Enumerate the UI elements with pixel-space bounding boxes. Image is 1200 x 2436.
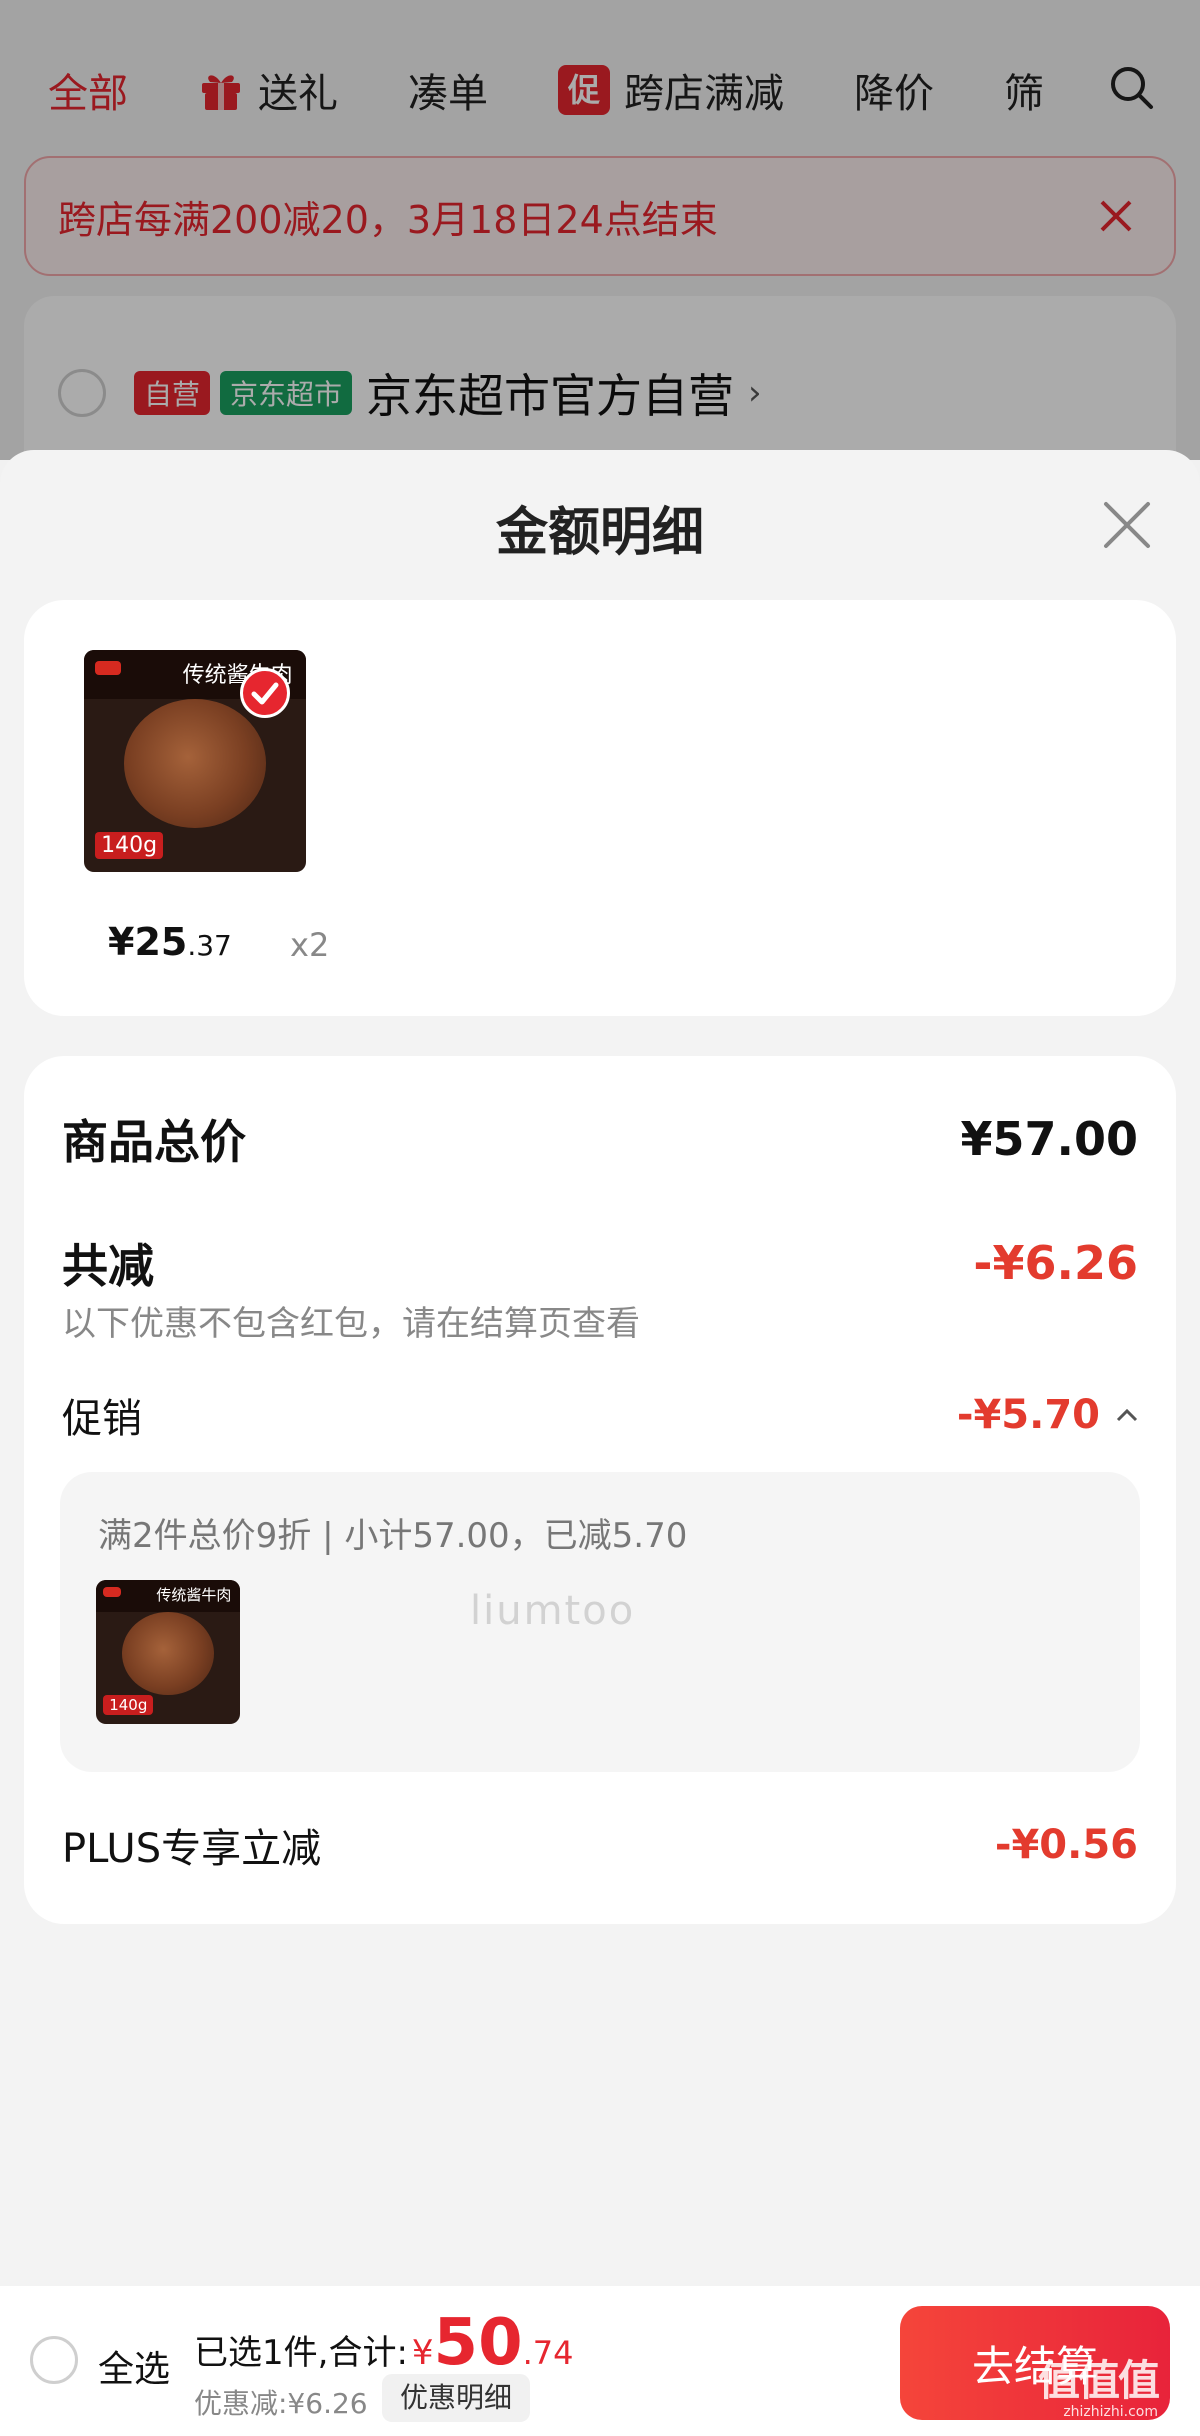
cart-background-page: 全部 送礼 凑单 促 跨店满减 降价 筛 跨店每满200减20，3月18日24点… bbox=[0, 0, 1200, 496]
summary-card: 商品总价 ¥57.00 共减 -¥6.26 以下优惠不包含红包，请在结算页查看 … bbox=[24, 1056, 1176, 1924]
thumb-weight: 140g bbox=[95, 831, 164, 859]
thumb-weight: 140g bbox=[103, 1695, 154, 1716]
item-price-dec: .37 bbox=[187, 929, 232, 962]
chevron-up-icon bbox=[1116, 1408, 1138, 1422]
checkout-button[interactable]: 去结算 值值值 zhizhizhi.com bbox=[900, 2306, 1170, 2420]
checkout-bar: 全选 已选1件,合计: ¥ 50 .74 优惠减:¥6.26 优惠明细 去结算 … bbox=[0, 2286, 1200, 2436]
check-icon bbox=[240, 668, 290, 718]
discount-row: 共减 -¥6.26 bbox=[62, 1230, 1138, 1296]
select-all-radio[interactable] bbox=[30, 2336, 78, 2384]
brand-logo bbox=[103, 1587, 122, 1598]
total-price-label: 商品总价 bbox=[62, 1115, 246, 1169]
corner-watermark-url: zhizhizhi.com bbox=[1063, 2404, 1158, 2420]
total-amount-label: 已选1件,合计: bbox=[194, 2333, 408, 2373]
beef-image bbox=[123, 698, 267, 828]
item-price-int: ¥25 bbox=[108, 920, 188, 964]
close-icon[interactable] bbox=[1100, 498, 1154, 552]
thumb-title: 传统酱牛肉 bbox=[156, 1586, 232, 1605]
total-currency: ¥ bbox=[411, 2333, 434, 2373]
product-thumbnail[interactable]: 传统酱牛肉 140g bbox=[84, 650, 306, 872]
sheet-title: 金额明细 bbox=[495, 503, 704, 563]
total-price-row: 商品总价 ¥57.00 bbox=[62, 1106, 1138, 1172]
plus-discount-value: -¥0.56 bbox=[994, 1822, 1138, 1868]
modal-overlay[interactable] bbox=[0, 0, 1200, 460]
promotion-row[interactable]: 促销 -¥5.70 bbox=[62, 1386, 1138, 1444]
beef-image bbox=[121, 1611, 215, 1696]
total-amount: 已选1件,合计: ¥ 50 .74 bbox=[194, 2306, 574, 2380]
watermark-text: liumtoo bbox=[470, 1588, 636, 1634]
promotion-label: 促销 bbox=[62, 1396, 142, 1442]
discount-value: -¥6.26 bbox=[973, 1236, 1138, 1290]
total-decimal: .74 bbox=[522, 2334, 574, 2372]
corner-watermark: 值值值 bbox=[1037, 2356, 1160, 2405]
item-quantity: x2 bbox=[290, 926, 330, 964]
discount-note: 以下优惠不包含红包，请在结算页查看 bbox=[62, 1304, 640, 1344]
discount-label: 共减 bbox=[62, 1239, 154, 1293]
promotion-value-wrap: -¥5.70 bbox=[957, 1392, 1138, 1438]
item-card: 传统酱牛肉 140g ¥25.37 x2 bbox=[24, 600, 1176, 1016]
brand-logo bbox=[95, 661, 122, 676]
total-price-value: ¥57.00 bbox=[960, 1112, 1138, 1166]
plus-discount-label: PLUS专享立减 bbox=[62, 1826, 322, 1872]
promotion-value: -¥5.70 bbox=[956, 1392, 1100, 1438]
promotion-product-thumbnail: 传统酱牛肉 140g bbox=[96, 1580, 240, 1724]
promotion-detail-text: 满2件总价9折 | 小计57.00，已减5.70 bbox=[98, 1516, 688, 1556]
item-price: ¥25.37 bbox=[108, 920, 232, 964]
discount-detail-button[interactable]: 优惠明细 bbox=[382, 2374, 531, 2422]
amount-detail-sheet: 金额明细 传统酱牛肉 140g ¥25.37 x2 商品总价 ¥57.00 共减… bbox=[0, 450, 1200, 2286]
select-all-label[interactable]: 全选 bbox=[98, 2340, 170, 2392]
plus-discount-row: PLUS专享立减 -¥0.56 bbox=[62, 1816, 1138, 1874]
total-integer: 50 bbox=[433, 2306, 523, 2380]
discount-summary: 优惠减:¥6.26 bbox=[194, 2387, 368, 2420]
